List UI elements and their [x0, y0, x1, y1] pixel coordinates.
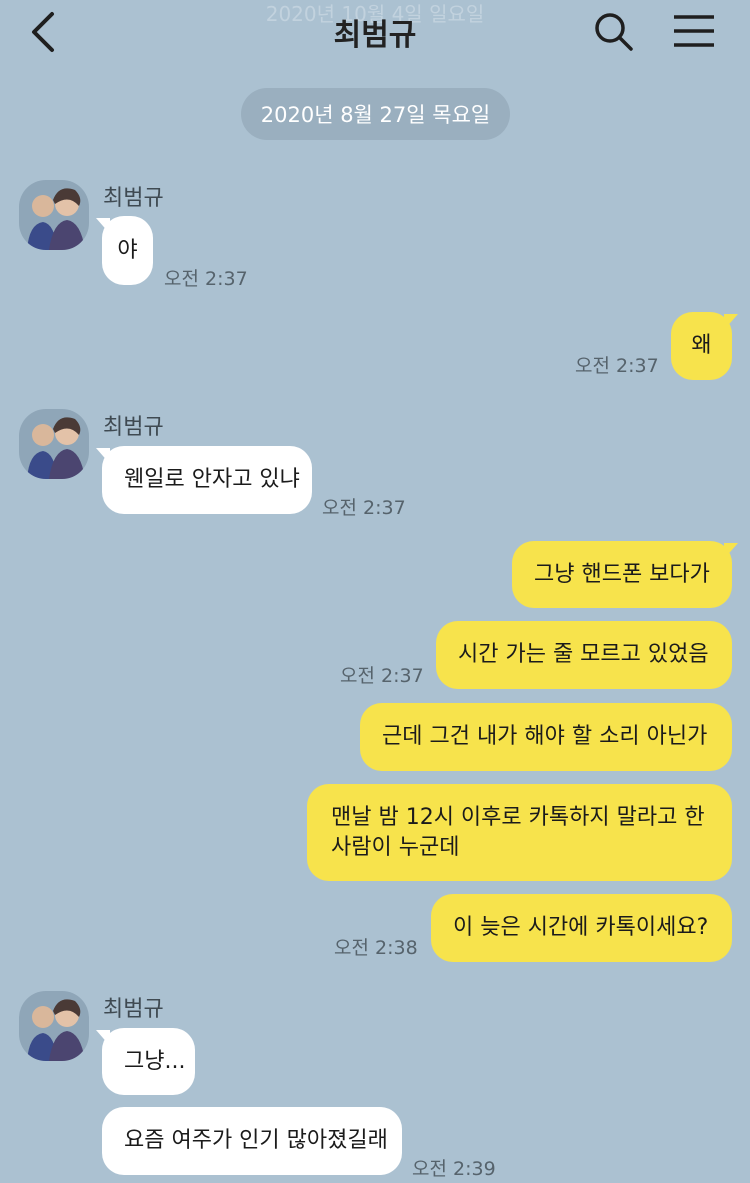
date-divider: 2020년 8월 27일 목요일: [241, 88, 510, 140]
message-time: 오전 2:37: [164, 268, 248, 290]
message-time: 오전 2:38: [334, 937, 418, 959]
avatar[interactable]: [19, 409, 89, 479]
message-bubble-incoming[interactable]: 그냥...: [102, 1028, 195, 1095]
faded-date-divider: 2020년 10월 4일 일요일: [265, 2, 485, 26]
sender-name: 최범규: [103, 997, 164, 1022]
chat-header: 2020년 10월 4일 일요일 최범규: [0, 0, 750, 64]
message-bubble-outgoing[interactable]: 이 늦은 시간에 카톡이세요?: [431, 894, 732, 962]
search-icon[interactable]: [592, 10, 636, 54]
avatar[interactable]: [19, 991, 89, 1061]
message-bubble-outgoing[interactable]: 시간 가는 줄 모르고 있었음: [436, 621, 732, 689]
hamburger-menu-icon[interactable]: [670, 12, 718, 50]
message-bubble-outgoing[interactable]: 그냥 핸드폰 보다가: [512, 541, 732, 608]
message-time: 오전 2:37: [322, 497, 406, 519]
sender-name: 최범규: [103, 415, 164, 440]
message-bubble-outgoing[interactable]: 맨날 밤 12시 이후로 카톡하지 말라고 한 사람이 누군데: [307, 784, 732, 881]
message-bubble-incoming[interactable]: 웬일로 안자고 있냐: [102, 446, 312, 514]
message-bubble-incoming[interactable]: 야: [102, 216, 153, 285]
message-time: 오전 2:37: [340, 665, 424, 687]
message-time: 오전 2:37: [575, 355, 659, 377]
message-bubble-outgoing[interactable]: 왜: [671, 312, 732, 380]
message-time: 오전 2:39: [412, 1158, 496, 1180]
avatar[interactable]: [19, 180, 89, 250]
message-bubble-outgoing[interactable]: 근데 그건 내가 해야 할 소리 아닌가: [360, 703, 732, 771]
message-bubble-incoming[interactable]: 요즘 여주가 인기 많아졌길래: [102, 1107, 402, 1175]
sender-name: 최범규: [103, 186, 164, 211]
chevron-left-icon[interactable]: [28, 10, 62, 54]
